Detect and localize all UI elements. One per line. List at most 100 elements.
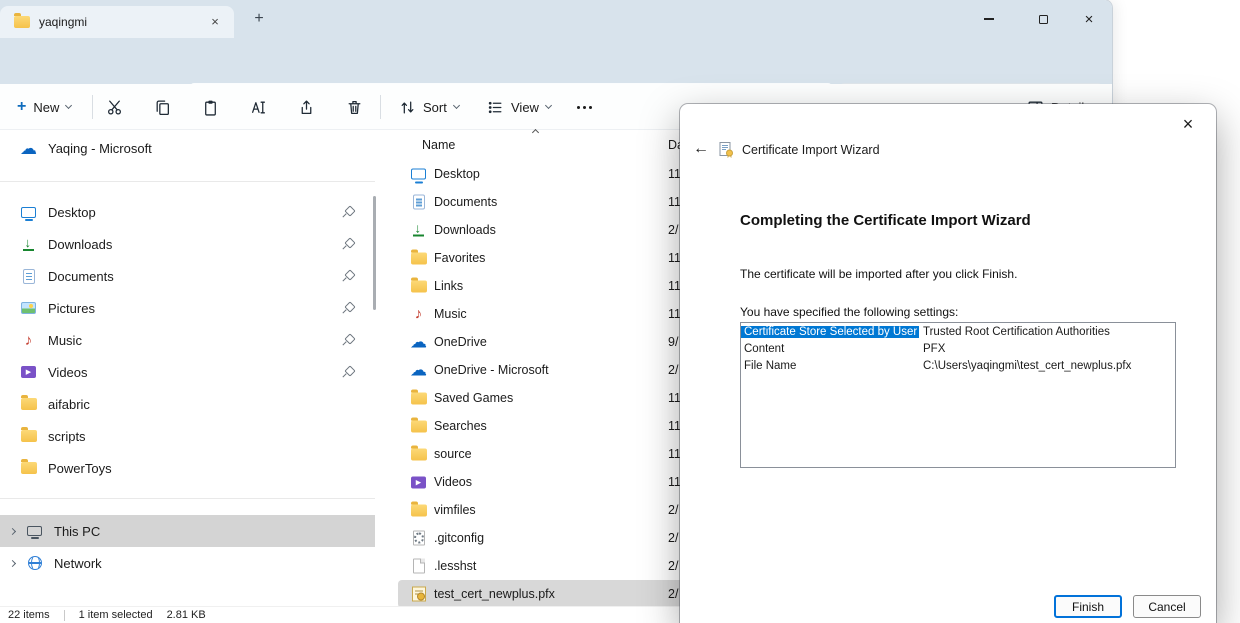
tab-title: yaqingmi [39,15,87,29]
sidebar-item-documents[interactable]: Documents [10,260,364,292]
minimize-button[interactable] [966,0,1012,38]
setting-key: Content [741,343,919,355]
sidebar-scrollbar[interactable] [373,196,376,310]
item-count: 22 items [8,609,50,621]
sort-button[interactable]: Sort [390,91,468,123]
dialog-close-button[interactable]: × [1172,110,1204,138]
file-row-videos[interactable]: Videos 11 [398,468,718,496]
videos-icon [20,364,37,381]
cut-button[interactable] [97,91,132,123]
sort-icon [399,99,416,116]
sidebar-item-downloads[interactable]: Downloads [10,228,364,260]
new-tab-button[interactable]: + [248,9,270,31]
documents-icon [410,194,427,211]
onedrive-cloud-icon [410,362,427,379]
wizard-body-text: The certificate will be imported after y… [740,267,1017,281]
sidebar-item-scripts[interactable]: scripts [10,420,364,452]
file-name: Searches [434,419,487,433]
navigation-bar: ← → ↑ › This PC › Windows (C:) › Users ›… [0,38,1112,84]
file-date: 9/ [668,335,678,349]
file-row-favorites[interactable]: Favorites 11 [398,244,718,272]
sidebar-item-desktop[interactable]: Desktop [10,196,364,228]
sidebar-item-powertoys[interactable]: PowerToys [10,452,364,484]
sort-button-label: Sort [423,100,447,115]
sidebar-divider [0,498,375,499]
setting-value: C:\Users\yaqingmi\test_cert_newplus.pfx [919,360,1175,372]
tab-close-icon[interactable]: × [206,13,224,31]
setting-row-file-name[interactable]: File Name C:\Users\yaqingmi\test_cert_ne… [741,357,1175,374]
sidebar-item-label: scripts [48,429,86,444]
sidebar-item-this-pc[interactable]: This PC [0,515,375,547]
sidebar-item-network[interactable]: Network [0,547,375,579]
file-row-onedrive-microsoft[interactable]: OneDrive - Microsoft 2/ [398,356,718,384]
finish-button[interactable]: Finish [1054,595,1122,618]
file-row-documents[interactable]: Documents 11 [398,188,718,216]
certificate-icon [410,586,427,603]
file-row-links[interactable]: Links 11 [398,272,718,300]
pin-icon [343,303,354,314]
more-options-button[interactable] [566,91,603,123]
file-row-searches[interactable]: Searches 11 [398,412,718,440]
desktop-icon [20,204,37,221]
documents-icon [20,268,37,285]
file-row-music[interactable]: Music 11 [398,300,718,328]
sidebar-item-label: aifabric [48,397,90,412]
chevron-down-icon [65,102,72,109]
sidebar-item-label: Yaqing - Microsoft [48,141,152,156]
file-name: Videos [434,475,472,489]
file-row-source[interactable]: source 11 [398,440,718,468]
file-icon [410,558,427,575]
file-row-desktop[interactable]: Desktop 11 [398,160,718,188]
file-row-downloads[interactable]: Downloads 2/ [398,216,718,244]
pictures-icon [20,300,37,317]
delete-button[interactable] [337,91,372,123]
maximize-button[interactable] [1020,0,1066,38]
file-row-saved-games[interactable]: Saved Games 11 [398,384,718,412]
file-row-test-cert-newplus-pfx[interactable]: test_cert_newplus.pfx 2/ [398,580,718,608]
new-button[interactable]: + New [8,91,80,123]
explorer-tab[interactable]: yaqingmi × [0,6,234,38]
sidebar-item-pictures[interactable]: Pictures [10,292,364,324]
setting-value: Trusted Root Certification Authorities [919,326,1175,338]
column-name[interactable]: Name [422,138,455,152]
copy-button[interactable] [145,91,180,123]
desktop-icon [410,166,427,183]
more-icon [583,106,586,109]
close-button[interactable]: × [1066,0,1112,38]
settings-list[interactable]: Certificate Store Selected by User Trust… [740,322,1176,468]
file-name: Links [434,279,463,293]
share-button[interactable] [289,91,324,123]
setting-row-certificate-store[interactable]: Certificate Store Selected by User Trust… [741,323,1175,340]
toolbar-divider [92,95,93,119]
pin-icon [343,207,354,218]
file-row-gitconfig[interactable]: .gitconfig 2/ [398,524,718,552]
file-name: OneDrive - Microsoft [434,363,549,377]
videos-icon [410,474,427,491]
setting-key: Certificate Store Selected by User [741,326,919,338]
folder-icon [410,250,427,267]
paste-button[interactable] [193,91,228,123]
setting-row-content[interactable]: Content PFX [741,340,1175,357]
maximize-icon [1039,15,1048,24]
dialog-back-button[interactable]: ← [690,138,712,160]
chevron-expand-icon[interactable] [9,527,16,534]
sidebar-item-label: Music [48,333,82,348]
file-row-lesshst[interactable]: .lesshst 2/ [398,552,718,580]
view-button[interactable]: View [478,91,560,123]
sidebar-item-onedrive[interactable]: Yaqing - Microsoft [10,132,364,164]
view-icon [487,99,504,116]
sidebar-item-music[interactable]: Music [10,324,364,356]
sidebar-item-videos[interactable]: Videos [10,356,364,388]
file-row-onedrive[interactable]: OneDrive 9/ [398,328,718,356]
sidebar-item-aifabric[interactable]: aifabric [10,388,364,420]
chevron-expand-icon[interactable] [9,559,16,566]
file-row-vimfiles[interactable]: vimfiles 2/ [398,496,718,524]
rename-button[interactable] [241,91,276,123]
paste-icon [202,99,219,116]
cancel-button[interactable]: Cancel [1133,595,1201,618]
file-date: 2/ [668,223,678,237]
file-name: .lesshst [434,559,476,573]
file-name: Favorites [434,251,485,265]
selection-count: 1 item selected [79,609,153,621]
wizard-heading: Completing the Certificate Import Wizard [740,212,1200,229]
